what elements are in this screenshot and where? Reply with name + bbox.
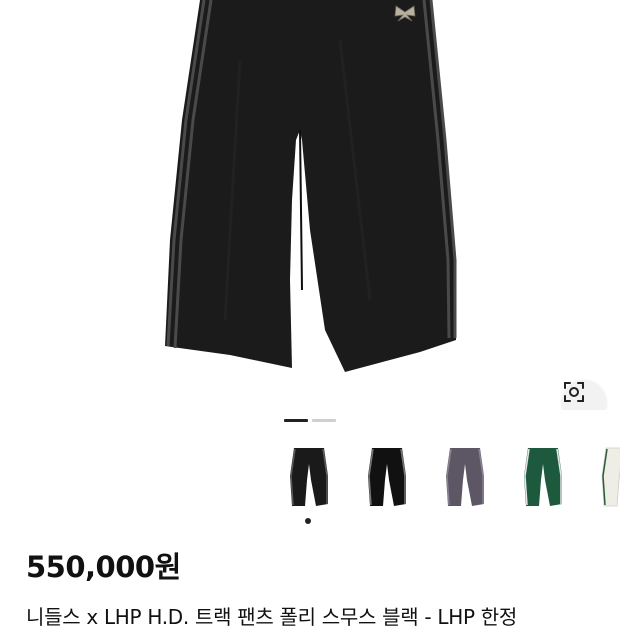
product-title: 니들스 x LHP H.D. 트랙 팬츠 폴리 스무스 블랙 - LHP 한정 <box>26 605 517 629</box>
lens-icon <box>564 382 584 402</box>
product-image <box>165 0 457 372</box>
carousel-indicator-active <box>284 419 308 422</box>
pants-shape <box>165 0 456 372</box>
thumb-green[interactable] <box>504 440 580 516</box>
selected-variant-dot <box>305 518 311 524</box>
carousel-indicator <box>312 419 336 422</box>
thumb-ivory[interactable] <box>582 440 620 516</box>
thumb-black-1[interactable] <box>270 440 346 524</box>
product-price: 550,000원 <box>26 550 181 584</box>
thumb-purple[interactable] <box>426 440 502 516</box>
product-image-carousel[interactable] <box>0 0 620 410</box>
thumb-black-2[interactable] <box>348 440 424 516</box>
color-variant-list <box>270 440 620 530</box>
